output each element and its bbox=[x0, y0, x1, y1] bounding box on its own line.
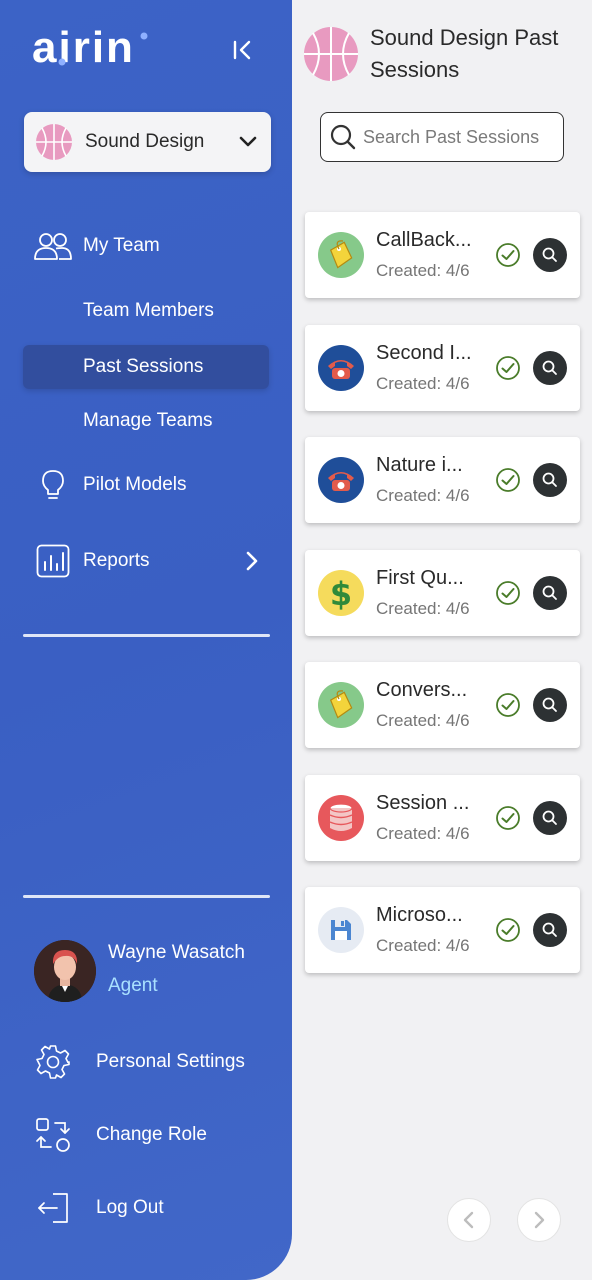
session-card[interactable]: $ First Qu... Created: 4/6 bbox=[305, 550, 580, 636]
svg-text:$: $ bbox=[330, 575, 352, 611]
view-session-button[interactable] bbox=[533, 688, 567, 722]
session-date: Created: 4/6 bbox=[376, 936, 470, 955]
nav-reports-label: Reports bbox=[83, 550, 150, 571]
chevron-right-icon bbox=[534, 1211, 545, 1229]
users-icon bbox=[34, 227, 72, 265]
collapse-sidebar-button[interactable] bbox=[226, 34, 258, 66]
dollar-icon: $ bbox=[318, 570, 364, 616]
nav-past-sessions-label: Past Sessions bbox=[83, 356, 204, 377]
bar-chart-icon bbox=[34, 542, 72, 580]
change-role-label: Change Role bbox=[96, 1124, 207, 1145]
view-session-button[interactable] bbox=[533, 913, 567, 947]
check-circle-icon bbox=[496, 468, 520, 492]
logo-text: airin bbox=[32, 28, 135, 68]
nav-my-team[interactable]: My Team bbox=[0, 222, 292, 270]
nav-team-members-label: Team Members bbox=[83, 300, 214, 321]
nav-manage-teams-label: Manage Teams bbox=[83, 410, 213, 431]
team-ball-icon bbox=[36, 124, 72, 160]
user-name: Wayne Wasatch bbox=[108, 942, 245, 963]
check-circle-icon bbox=[496, 806, 520, 830]
session-date: Created: 4/6 bbox=[376, 824, 470, 843]
gear-icon bbox=[34, 1043, 72, 1081]
session-title: First Qu... bbox=[376, 567, 464, 589]
swap-icon bbox=[34, 1116, 72, 1154]
session-title: Convers... bbox=[376, 679, 468, 701]
nav-pilot-models[interactable]: Pilot Models bbox=[0, 461, 292, 509]
session-title: Second I... bbox=[376, 342, 472, 364]
sidebar-divider-top bbox=[23, 634, 270, 637]
session-card[interactable]: Convers... Created: 4/6 bbox=[305, 662, 580, 748]
team-selector[interactable]: Sound Design bbox=[24, 112, 271, 172]
floppy-disk-icon bbox=[318, 907, 364, 953]
avatar bbox=[34, 940, 96, 1002]
session-card[interactable]: Nature i... Created: 4/6 bbox=[305, 437, 580, 523]
check-circle-icon bbox=[496, 581, 520, 605]
user-profile[interactable]: Wayne Wasatch Agent bbox=[34, 940, 274, 1004]
search-icon bbox=[542, 360, 557, 375]
page-title: Sound Design Past Sessions bbox=[370, 25, 559, 82]
personal-settings-label: Personal Settings bbox=[96, 1051, 245, 1072]
nav-past-sessions[interactable]: Past Sessions bbox=[23, 345, 269, 389]
chevron-down-icon bbox=[239, 136, 257, 147]
view-session-button[interactable] bbox=[533, 463, 567, 497]
telephone-icon bbox=[318, 345, 364, 391]
view-session-button[interactable] bbox=[533, 351, 567, 385]
price-tag-icon bbox=[318, 682, 364, 728]
lightbulb-icon bbox=[34, 466, 72, 504]
logout-icon bbox=[34, 1189, 72, 1227]
view-session-button[interactable] bbox=[533, 238, 567, 272]
user-role: Agent bbox=[108, 975, 158, 996]
search-icon bbox=[542, 472, 557, 487]
previous-page-button[interactable] bbox=[447, 1198, 491, 1242]
sidebar: airin Sound Design My Team Team Members … bbox=[0, 0, 292, 1280]
search-icon bbox=[542, 247, 557, 262]
nav-my-team-label: My Team bbox=[83, 235, 160, 256]
search-icon bbox=[542, 922, 557, 937]
price-tag-icon bbox=[318, 232, 364, 278]
search-input[interactable] bbox=[363, 126, 553, 148]
search-icon bbox=[542, 697, 557, 712]
check-circle-icon bbox=[496, 693, 520, 717]
session-title: Nature i... bbox=[376, 454, 463, 476]
nav-team-members[interactable]: Team Members bbox=[23, 289, 269, 333]
session-card[interactable]: Microso... Created: 4/6 bbox=[305, 887, 580, 973]
search-icon bbox=[542, 585, 557, 600]
log-out-label: Log Out bbox=[96, 1197, 164, 1218]
check-circle-icon bbox=[496, 918, 520, 942]
team-selector-label: Sound Design bbox=[85, 131, 205, 152]
session-date: Created: 4/6 bbox=[376, 261, 470, 280]
sidebar-divider-bottom bbox=[23, 895, 270, 898]
session-card[interactable]: CallBack... Created: 4/6 bbox=[305, 212, 580, 298]
view-session-button[interactable] bbox=[533, 576, 567, 610]
view-session-button[interactable] bbox=[533, 801, 567, 835]
session-date: Created: 4/6 bbox=[376, 486, 470, 505]
session-card[interactable]: Session ... Created: 4/6 bbox=[305, 775, 580, 861]
collapse-icon bbox=[233, 40, 251, 60]
nav-manage-teams[interactable]: Manage Teams bbox=[23, 399, 269, 443]
session-title: CallBack... bbox=[376, 229, 472, 251]
airin-logo[interactable]: airin bbox=[32, 28, 178, 68]
check-circle-icon bbox=[496, 243, 520, 267]
nav-reports[interactable]: Reports bbox=[0, 537, 292, 585]
chevron-right-icon bbox=[246, 551, 258, 571]
session-date: Created: 4/6 bbox=[376, 599, 470, 618]
change-role-link[interactable]: Change Role bbox=[0, 1111, 292, 1159]
session-date: Created: 4/6 bbox=[376, 374, 470, 393]
personal-settings-link[interactable]: Personal Settings bbox=[0, 1038, 292, 1086]
next-page-button[interactable] bbox=[517, 1198, 561, 1242]
session-card[interactable]: Second I... Created: 4/6 bbox=[305, 325, 580, 411]
team-ball-icon bbox=[304, 27, 358, 81]
log-out-link[interactable]: Log Out bbox=[0, 1184, 292, 1232]
search-icon bbox=[330, 124, 356, 150]
session-title: Microso... bbox=[376, 904, 463, 926]
check-circle-icon bbox=[496, 356, 520, 380]
database-icon bbox=[318, 795, 364, 841]
telephone-icon bbox=[318, 457, 364, 503]
search-icon bbox=[542, 810, 557, 825]
chevron-left-icon bbox=[463, 1211, 474, 1229]
session-date: Created: 4/6 bbox=[376, 711, 470, 730]
search-box[interactable] bbox=[320, 112, 564, 162]
nav-pilot-models-label: Pilot Models bbox=[83, 474, 187, 495]
session-title: Session ... bbox=[376, 792, 470, 814]
